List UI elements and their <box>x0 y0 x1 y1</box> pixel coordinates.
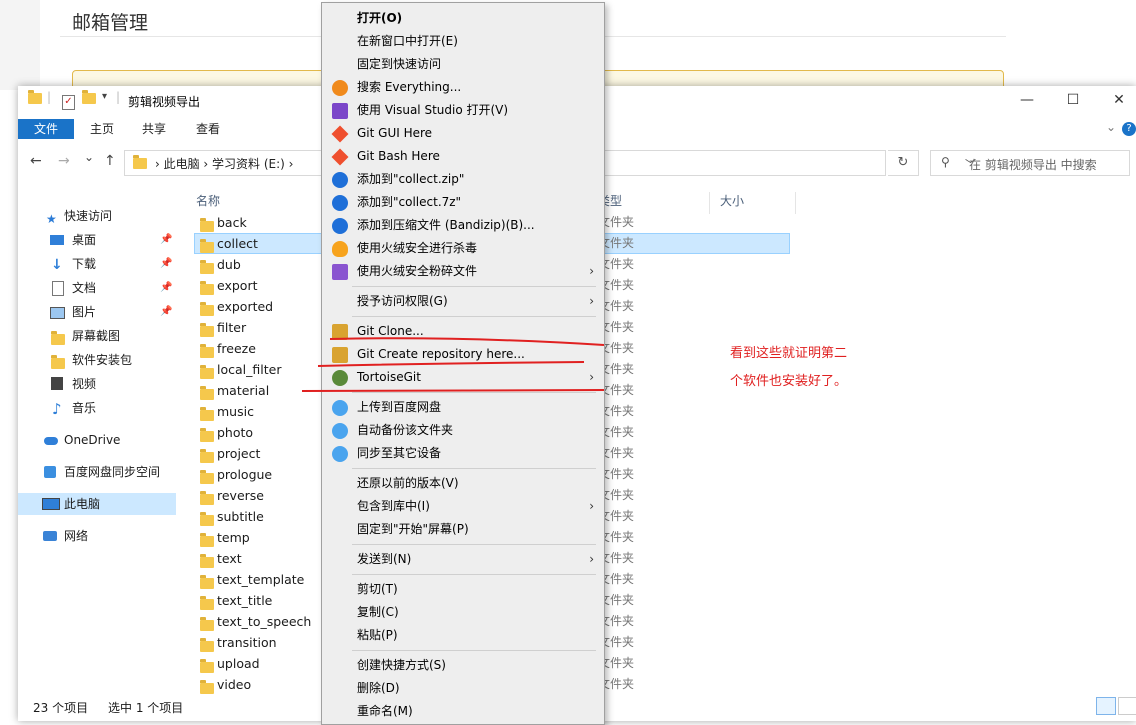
underline-git-clone <box>329 337 605 346</box>
underline-git-create <box>317 361 585 367</box>
annotation-text: 看到这些就证明第二 <box>730 346 848 361</box>
annotation-note: 看到这些就证明第二 个软件也安装好了。 <box>730 340 880 396</box>
underline-tortoisegit <box>301 389 605 392</box>
annotation-text: 个软件也安装好了。 <box>730 374 848 389</box>
annotation-underlines <box>301 337 605 392</box>
